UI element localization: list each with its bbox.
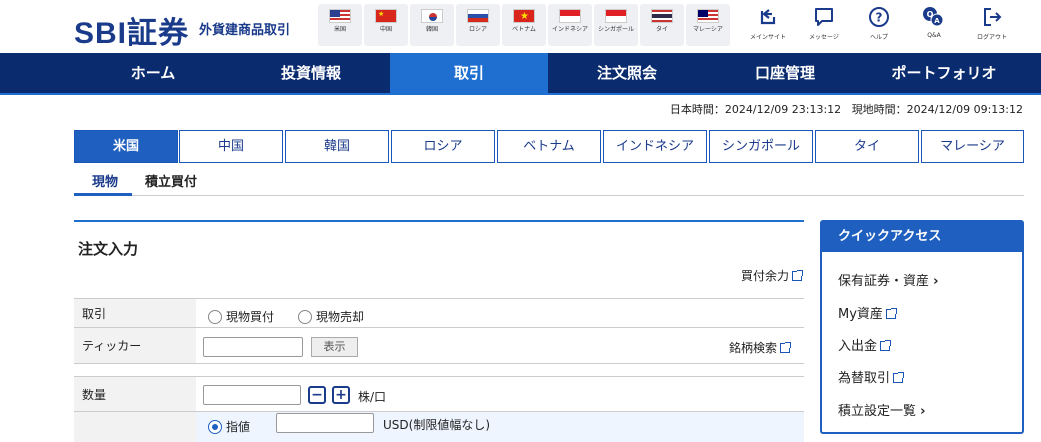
nav-investment-info[interactable]: 投資情報 [232,53,390,93]
quantity-input[interactable] [203,385,301,405]
svg-text:A: A [934,17,940,25]
tab-malaysia[interactable]: マレーシア [921,130,1024,163]
country-tabs: 米国 中国 韓国 ロシア ベトナム インドネシア シンガポール タイ マレーシア [74,130,1024,163]
logout-icon [984,8,1002,26]
flag-button-us[interactable]: 米国 [318,4,362,46]
flag-button-my[interactable]: マレーシア [686,4,730,46]
radio-circle [298,310,312,324]
nav-account[interactable]: 口座管理 [706,53,864,93]
flag-button-id[interactable]: インドネシア [548,4,592,46]
local-time: 現地時間：2024/12/09 09:13:12 [851,103,1023,116]
show-button[interactable]: 表示 [311,337,358,357]
quantity-row: 数量 − + 株/口 [74,376,804,412]
sbi-logo[interactable]: SBI証券 [74,8,189,52]
logo-subtitle: 外貨建商品取引 [199,23,291,38]
radio-spot-buy[interactable]: 現物買付 [208,306,274,325]
price-unit: USD(制限値幅なし) [383,418,491,432]
my-flag-icon [697,9,719,23]
flag-button-vn[interactable]: ★ ベトナム [502,4,546,46]
sub-tabs: 現物 積立買付 [74,163,1024,196]
id-flag-icon [559,9,581,23]
tab-recurring-buy[interactable]: 積立買付 [145,171,197,190]
page-title: 注文入力 [78,240,139,258]
us-flag-icon [329,9,351,23]
tab-china[interactable]: 中国 [179,130,283,163]
quick-access-title: クイックアクセス [822,222,1022,252]
tab-spot[interactable]: 現物 [92,171,118,190]
buying-power-link[interactable]: 買付余力 [741,267,803,284]
tab-us[interactable]: 米国 [74,130,178,163]
help-icon: ? [869,7,889,27]
active-subtab-indicator [74,193,132,196]
decrement-button[interactable]: − [308,386,326,404]
flag-button-ru[interactable]: ロシア [456,4,500,46]
ticker-label: ティッカー [74,328,196,363]
time-display: 日本時間：2024/12/09 23:13:12 現地時間：2024/12/09… [670,101,1023,117]
flag-button-th[interactable]: タイ [640,4,684,46]
cn-flag-icon: ★ [375,9,397,23]
tab-singapore[interactable]: シンガポール [709,130,813,163]
increment-button[interactable]: + [332,386,350,404]
qa-deposit-link[interactable]: 入出金 [838,335,892,354]
header: SBI証券 外貨建商品取引 米国 ★ 中国 韓国 ロシア ★ ベトナム インドネ… [0,0,1041,53]
tab-russia[interactable]: ロシア [391,130,495,163]
nav-portfolio[interactable]: ポートフォリオ [864,53,1024,93]
svg-text:?: ? [876,11,883,25]
help-button[interactable]: ? ヘルプ [849,6,909,41]
quantity-unit: 株/口 [358,390,387,404]
flag-button-sg[interactable]: シンガポール [594,4,638,46]
qa-icon: QA [923,7,944,27]
radio-circle-selected [208,420,222,434]
main-site-icon [760,9,776,25]
radio-spot-sell[interactable]: 現物売却 [298,306,364,325]
external-link-icon [880,340,892,351]
nav-order-inquiry[interactable]: 注文照会 [548,53,706,93]
external-link-icon [792,270,803,281]
radio-limit-price[interactable]: 指値 [208,416,250,435]
order-form: 注文入力 買付余力 取引 現物買付 現物売却 ティッカー 表示 銘柄検索 数量 … [74,220,804,442]
tab-indonesia[interactable]: インドネシア [603,130,707,163]
external-link-icon [885,308,897,319]
logout-button[interactable]: ログアウト [962,6,1022,41]
tab-korea[interactable]: 韓国 [285,130,389,163]
vn-flag-icon: ★ [513,9,535,23]
radio-circle [208,310,222,324]
ticker-row: ティッカー 表示 銘柄検索 [74,328,804,364]
tab-thailand[interactable]: タイ [815,130,919,163]
sg-flag-icon [605,9,627,23]
flag-button-kr[interactable]: 韓国 [410,4,454,46]
svg-text:Q: Q [927,10,934,19]
quantity-label: 数量 [74,377,196,411]
global-nav: ホーム 投資情報 取引 注文照会 口座管理 ポートフォリオ [0,53,1041,93]
chevron-right-icon: › [920,404,926,419]
qa-button[interactable]: QA Q&A [904,6,964,39]
qa-my-assets-link[interactable]: My資産 [838,303,897,322]
external-link-icon [780,342,791,353]
message-button[interactable]: メッセージ [794,6,854,41]
chevron-right-icon: › [933,274,939,289]
kr-flag-icon [421,9,443,23]
ru-flag-icon [467,9,489,23]
th-flag-icon [651,9,673,23]
trade-row: 取引 現物買付 現物売却 [74,298,804,328]
message-icon [815,8,833,26]
flag-button-cn[interactable]: ★ 中国 [364,4,408,46]
qa-recurring-settings-link[interactable]: 積立設定一覧 › [838,400,926,419]
nav-underline [0,93,1041,95]
stock-search-link[interactable]: 銘柄検索 [729,339,791,356]
nav-home[interactable]: ホーム [74,53,232,93]
external-link-icon [893,372,905,383]
ticker-input[interactable] [203,337,303,357]
price-input[interactable] [276,413,374,433]
quick-access-panel: クイックアクセス 保有証券・資産 › My資産 入出金 為替取引 積立設定一覧 … [820,220,1024,434]
tab-vietnam[interactable]: ベトナム [497,130,601,163]
trade-label: 取引 [74,299,196,327]
main-site-button[interactable]: メインサイト [738,6,798,41]
qa-fx-trade-link[interactable]: 為替取引 [838,367,905,386]
nav-trade[interactable]: 取引 [390,53,548,93]
qa-holdings-link[interactable]: 保有証券・資産 › [838,270,939,289]
japan-time: 日本時間：2024/12/09 23:13:12 [669,103,842,116]
